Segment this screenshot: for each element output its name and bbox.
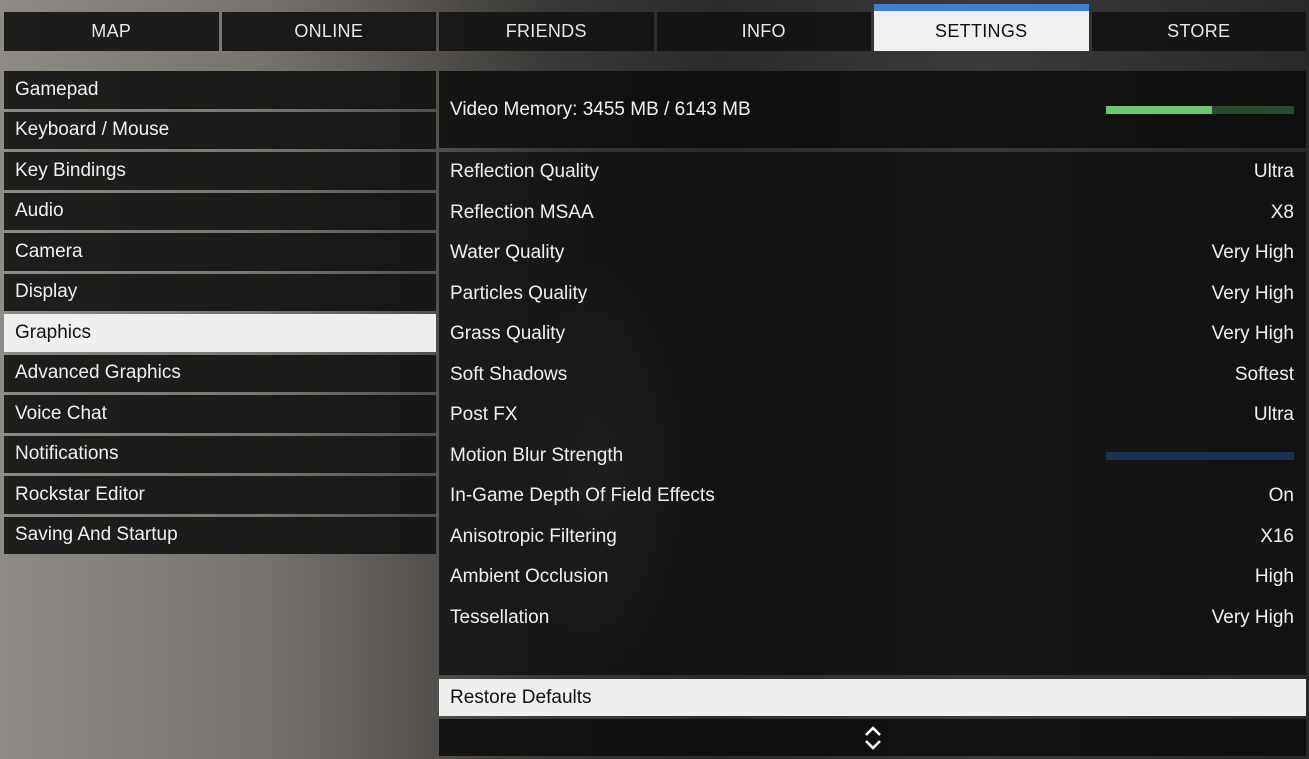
tab-friends[interactable]: FRIENDS: [439, 12, 654, 51]
up-down-chevron-icon: [864, 725, 881, 750]
motion-blur-slider[interactable]: [1106, 451, 1294, 460]
setting-value: Very High: [1211, 282, 1294, 304]
setting-name: Ambient Occlusion: [450, 566, 609, 588]
setting-value: Very High: [1211, 323, 1294, 345]
top-tabs: MAP ONLINE FRIENDS INFO SETTINGS STORE: [4, 4, 1306, 51]
setting-name: Motion Blur Strength: [450, 444, 624, 466]
tab-online[interactable]: ONLINE: [221, 12, 436, 51]
sidebar-item-camera[interactable]: Camera: [4, 233, 436, 271]
setting-value: X8: [1270, 201, 1294, 223]
sidebar-item-notifications[interactable]: Notifications: [4, 435, 436, 473]
setting-value: Ultra: [1253, 161, 1294, 183]
setting-value: Very High: [1211, 606, 1294, 628]
restore-defaults-button[interactable]: Restore Defaults: [439, 679, 1306, 716]
video-memory-header: Video Memory: 3455 MB / 6143 MB: [439, 71, 1306, 148]
tab-map[interactable]: MAP: [4, 12, 219, 51]
setting-row-particles-quality[interactable]: Particles Quality Very High: [439, 274, 1306, 315]
sidebar-item-advanced-graphics[interactable]: Advanced Graphics: [4, 354, 436, 392]
sidebar-item-keyboard-mouse[interactable]: Keyboard / Mouse: [4, 111, 436, 149]
tab-label: FRIENDS: [505, 21, 587, 41]
sidebar-item-key-bindings[interactable]: Key Bindings: [4, 152, 436, 190]
setting-row-ambient-occlusion[interactable]: Ambient Occlusion High: [439, 557, 1306, 598]
setting-value: Softest: [1234, 363, 1294, 385]
sidebar-item-gamepad[interactable]: Gamepad: [4, 71, 436, 109]
setting-name: Anisotropic Filtering: [450, 525, 617, 547]
restore-defaults-label: Restore Defaults: [450, 686, 592, 708]
setting-name: Post FX: [450, 404, 518, 426]
setting-value: On: [1268, 485, 1294, 507]
setting-value: Very High: [1211, 242, 1294, 264]
sidebar-item-audio[interactable]: Audio: [4, 192, 436, 230]
settings-list: Reflection Quality Ultra Reflection MSAA…: [439, 152, 1306, 675]
tab-settings[interactable]: SETTINGS: [874, 4, 1089, 51]
tab-store[interactable]: STORE: [1091, 12, 1306, 51]
setting-name: Particles Quality: [450, 282, 588, 304]
setting-name: In-Game Depth Of Field Effects: [450, 485, 715, 507]
sidebar-item-saving-startup[interactable]: Saving And Startup: [4, 516, 436, 554]
setting-name: Water Quality: [450, 242, 565, 264]
video-memory-label: Video Memory: 3455 MB / 6143 MB: [450, 98, 751, 120]
setting-row-reflection-quality[interactable]: Reflection Quality Ultra: [439, 152, 1306, 193]
setting-row-anisotropic-filtering[interactable]: Anisotropic Filtering X16: [439, 517, 1306, 558]
setting-row-motion-blur-strength[interactable]: Motion Blur Strength: [439, 436, 1306, 477]
setting-row-depth-of-field[interactable]: In-Game Depth Of Field Effects On: [439, 476, 1306, 517]
settings-sidebar: Gamepad Keyboard / Mouse Key Bindings Au…: [4, 71, 436, 554]
setting-name: Grass Quality: [450, 323, 566, 345]
setting-name: Reflection Quality: [450, 161, 599, 183]
video-memory-fill: [1106, 105, 1212, 114]
setting-row-grass-quality[interactable]: Grass Quality Very High: [439, 314, 1306, 355]
setting-value: High: [1254, 566, 1294, 588]
tab-label: SETTINGS: [935, 20, 1028, 41]
tab-label: MAP: [91, 21, 132, 41]
tab-info[interactable]: INFO: [656, 12, 871, 51]
setting-name: Tessellation: [450, 606, 550, 628]
tab-label: ONLINE: [294, 21, 364, 41]
sidebar-item-rockstar-editor[interactable]: Rockstar Editor: [4, 476, 436, 514]
tab-label: STORE: [1167, 21, 1231, 41]
settings-panel: Video Memory: 3455 MB / 6143 MB Reflecti…: [439, 71, 1306, 675]
setting-name: Reflection MSAA: [450, 201, 594, 223]
sidebar-item-graphics[interactable]: Graphics: [4, 314, 436, 352]
tab-label: INFO: [741, 21, 786, 41]
scroll-indicator[interactable]: [439, 719, 1306, 756]
setting-row-tessellation[interactable]: Tessellation Very High: [439, 598, 1306, 639]
video-memory-bar: [1106, 105, 1294, 114]
setting-row-soft-shadows[interactable]: Soft Shadows Softest: [439, 355, 1306, 396]
setting-row-post-fx[interactable]: Post FX Ultra: [439, 395, 1306, 436]
sidebar-item-voice-chat[interactable]: Voice Chat: [4, 395, 436, 433]
setting-name: Soft Shadows: [450, 363, 568, 385]
setting-row-water-quality[interactable]: Water Quality Very High: [439, 233, 1306, 274]
setting-value: Ultra: [1253, 404, 1294, 426]
sidebar-item-display[interactable]: Display: [4, 273, 436, 311]
setting-value: X16: [1260, 525, 1294, 547]
setting-row-reflection-msaa[interactable]: Reflection MSAA X8: [439, 193, 1306, 234]
